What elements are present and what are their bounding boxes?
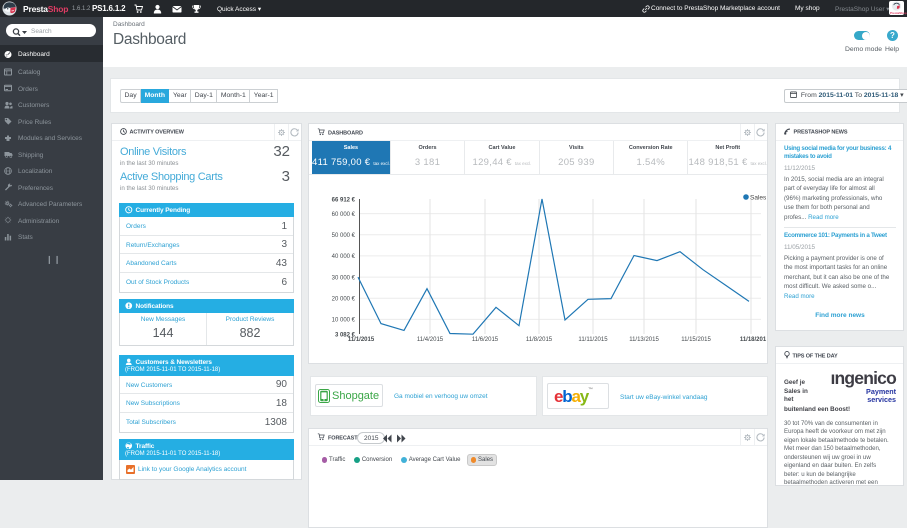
- svg-text:20 000 €: 20 000 €: [332, 297, 356, 303]
- svg-text:11/4/2015: 11/4/2015: [417, 337, 444, 343]
- svg-text:11/15/2015: 11/15/2015: [681, 337, 711, 343]
- svg-text:Sales: Sales: [750, 195, 767, 202]
- svg-text:11/13/2015: 11/13/2015: [629, 337, 659, 343]
- svg-text:10 000 €: 10 000 €: [332, 318, 356, 324]
- svg-text:11/11/2015: 11/11/2015: [578, 337, 608, 343]
- svg-text:50 000 €: 50 000 €: [332, 233, 356, 239]
- svg-text:30 000 €: 30 000 €: [332, 275, 356, 281]
- svg-text:11/1/2015: 11/1/2015: [348, 337, 375, 343]
- svg-text:40 000 €: 40 000 €: [332, 254, 356, 260]
- svg-text:60 000 €: 60 000 €: [332, 212, 356, 218]
- svg-text:66 912 €: 66 912 €: [332, 197, 356, 203]
- svg-text:11/6/2015: 11/6/2015: [472, 337, 499, 343]
- svg-text:11/8/2015: 11/8/2015: [526, 337, 553, 343]
- svg-text:11/18/201: 11/18/201: [740, 337, 767, 343]
